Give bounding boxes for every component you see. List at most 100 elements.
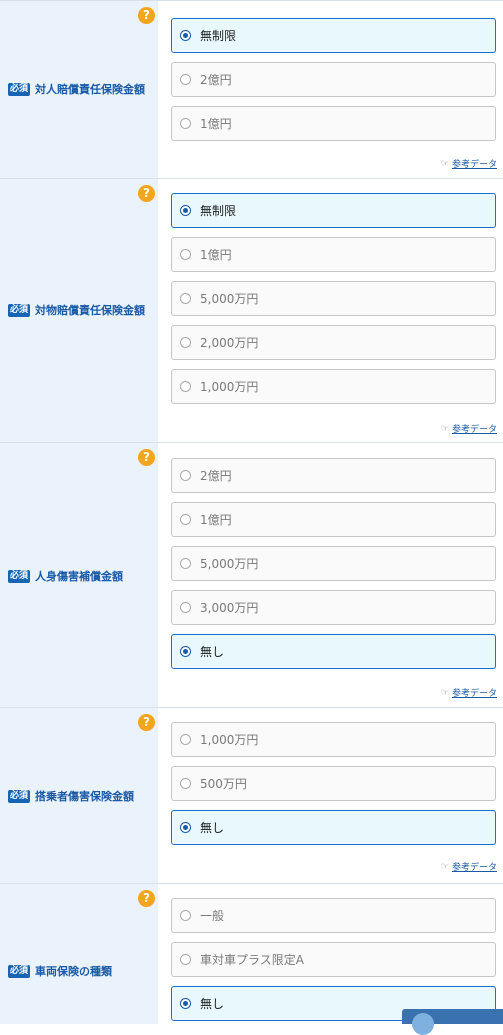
- pointing-hand-icon: ☞: [440, 423, 449, 434]
- chat-icon: [412, 1013, 434, 1035]
- radio-option-label: 車対車プラス限定A: [200, 953, 304, 967]
- radio-option[interactable]: 1億円: [171, 502, 496, 537]
- section-label: 必須 人身傷害補償金額: [8, 568, 123, 584]
- section-label: 必須 対人賠償責任保険金額: [8, 81, 145, 97]
- radio-unchecked-icon[interactable]: [180, 910, 191, 921]
- radio-option[interactable]: 無し: [171, 810, 496, 845]
- radio-option-label: 無制限: [200, 204, 237, 218]
- radio-option[interactable]: 無制限: [171, 18, 496, 53]
- radio-option[interactable]: 1,000万円: [171, 369, 496, 404]
- radio-unchecked-icon[interactable]: [180, 514, 191, 525]
- coverage-section: ? 必須 対物賠償責任保険金額 無制限 1億円 5,000万円 2,000万円 1,000万円…: [0, 178, 503, 442]
- radio-unchecked-icon[interactable]: [180, 602, 191, 613]
- section-label-text: 対人賠償責任保険金額: [35, 83, 146, 96]
- radio-option-label: 1億円: [200, 513, 232, 527]
- pointing-hand-icon: ☞: [440, 687, 449, 698]
- radio-unchecked-icon[interactable]: [180, 293, 191, 304]
- reference-data-link-row: ☞ 参考データ: [440, 422, 497, 436]
- section-label-column: ? 必須 搭乗者傷害保険金額: [0, 708, 158, 883]
- section-label-column: ? 必須 対人賠償責任保険金額: [0, 1, 158, 178]
- radio-option-label: 1億円: [200, 248, 232, 262]
- section-label-text: 人身傷害補償金額: [35, 570, 124, 583]
- radio-unchecked-icon[interactable]: [180, 249, 191, 260]
- coverage-section: ? 必須 搭乗者傷害保険金額 1,000万円 500万円無し ☞ 参考データ: [0, 707, 503, 883]
- radio-option[interactable]: 5,000万円: [171, 281, 496, 316]
- coverage-section: ? 必須 対人賠償責任保険金額 無制限 2億円 1億円 ☞ 参考データ: [0, 0, 503, 178]
- radio-unchecked-icon[interactable]: [180, 778, 191, 789]
- radio-option-label: 1億円: [200, 117, 232, 131]
- pointing-hand-icon: ☞: [440, 861, 449, 872]
- radio-option-label: 無し: [200, 997, 225, 1011]
- radio-unchecked-icon[interactable]: [180, 118, 191, 129]
- radio-option[interactable]: 2億円: [171, 458, 496, 493]
- help-icon[interactable]: ?: [138, 7, 155, 24]
- radio-option-label: 3,000万円: [200, 601, 259, 615]
- coverage-section: ? 必須 車両保険の種類 一般車対車プラス限定A 無し: [0, 883, 503, 1024]
- radio-option[interactable]: 1,000万円: [171, 722, 496, 757]
- radio-option[interactable]: 500万円: [171, 766, 496, 801]
- radio-option[interactable]: 車対車プラス限定A: [171, 942, 496, 977]
- radio-option-label: 2億円: [200, 469, 232, 483]
- reference-data-link-row: ☞ 参考データ: [440, 157, 497, 171]
- radio-option[interactable]: 無し: [171, 634, 496, 669]
- help-icon[interactable]: ?: [138, 890, 155, 907]
- required-badge: 必須: [8, 789, 31, 803]
- radio-option-label: 1,000万円: [200, 733, 259, 747]
- radio-option[interactable]: 2億円: [171, 62, 496, 97]
- reference-data-link[interactable]: 参考データ: [452, 422, 497, 435]
- radio-checked-icon[interactable]: [180, 822, 191, 833]
- reference-data-link-row: ☞ 参考データ: [440, 686, 497, 700]
- radio-option-label: 5,000万円: [200, 557, 259, 571]
- section-label-column: ? 必須 対物賠償責任保険金額: [0, 179, 158, 442]
- section-label-text: 対物賠償責任保険金額: [35, 304, 146, 317]
- reference-data-link[interactable]: 参考データ: [452, 686, 497, 699]
- radio-option[interactable]: 1億円: [171, 106, 496, 141]
- radio-unchecked-icon[interactable]: [180, 337, 191, 348]
- radio-checked-icon[interactable]: [180, 998, 191, 1009]
- radio-option[interactable]: 5,000万円: [171, 546, 496, 581]
- radio-checked-icon[interactable]: [180, 30, 191, 41]
- radio-option[interactable]: 無制限: [171, 193, 496, 228]
- required-badge: 必須: [8, 303, 31, 317]
- radio-option[interactable]: 3,000万円: [171, 590, 496, 625]
- radio-option-label: 1,000万円: [200, 380, 259, 394]
- radio-option-label: 2,000万円: [200, 336, 259, 350]
- pointing-hand-icon: ☞: [440, 158, 449, 169]
- section-label-text: 搭乗者傷害保険金額: [35, 790, 135, 803]
- radio-unchecked-icon[interactable]: [180, 734, 191, 745]
- reference-data-link[interactable]: 参考データ: [452, 860, 497, 873]
- radio-option-label: 一般: [200, 909, 225, 923]
- section-label-column: ? 必須 車両保険の種類: [0, 884, 158, 1024]
- radio-unchecked-icon[interactable]: [180, 381, 191, 392]
- floating-chat-button[interactable]: [402, 1009, 503, 1035]
- section-label: 必須 搭乗者傷害保険金額: [8, 788, 134, 804]
- radio-option[interactable]: 2,000万円: [171, 325, 496, 360]
- radio-option-label: 無制限: [200, 29, 237, 43]
- required-badge: 必須: [8, 964, 31, 978]
- radio-option-label: 2億円: [200, 73, 232, 87]
- radio-option-label: 5,000万円: [200, 292, 259, 306]
- reference-data-link[interactable]: 参考データ: [452, 157, 497, 170]
- reference-data-link-row: ☞ 参考データ: [440, 860, 497, 874]
- radio-unchecked-icon[interactable]: [180, 470, 191, 481]
- section-label: 必須 対物賠償責任保険金額: [8, 302, 145, 318]
- radio-option-label: 500万円: [200, 777, 247, 791]
- help-icon[interactable]: ?: [138, 449, 155, 466]
- required-badge: 必須: [8, 569, 31, 583]
- section-label-text: 車両保険の種類: [35, 965, 113, 978]
- help-icon[interactable]: ?: [138, 185, 155, 202]
- coverage-section: ? 必須 人身傷害補償金額 2億円 1億円 5,000万円 3,000万円 無し ☞ 参考データ: [0, 442, 503, 707]
- radio-unchecked-icon[interactable]: [180, 558, 191, 569]
- radio-unchecked-icon[interactable]: [180, 74, 191, 85]
- radio-option-label: 無し: [200, 645, 225, 659]
- radio-checked-icon[interactable]: [180, 205, 191, 216]
- help-icon[interactable]: ?: [138, 714, 155, 731]
- radio-option[interactable]: 1億円: [171, 237, 496, 272]
- required-badge: 必須: [8, 82, 31, 96]
- radio-unchecked-icon[interactable]: [180, 954, 191, 965]
- section-label-column: ? 必須 人身傷害補償金額: [0, 443, 158, 707]
- section-label: 必須 車両保険の種類: [8, 963, 112, 979]
- radio-option-label: 無し: [200, 821, 225, 835]
- radio-checked-icon[interactable]: [180, 646, 191, 657]
- radio-option[interactable]: 一般: [171, 898, 496, 933]
